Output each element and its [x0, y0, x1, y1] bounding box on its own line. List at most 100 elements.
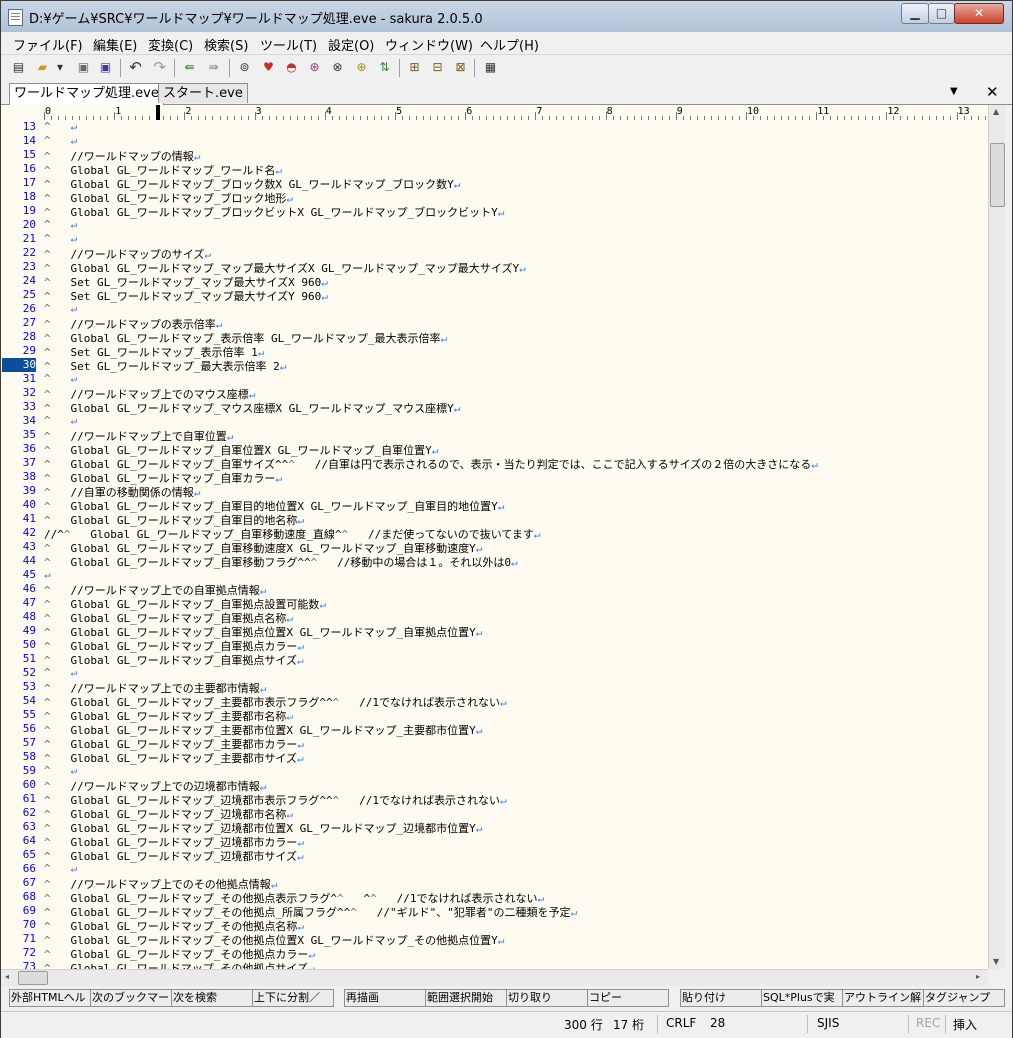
menu-settings[interactable]: 設定(O)	[328, 35, 374, 54]
code-line[interactable]: ^ ↵	[44, 218, 77, 231]
dropdown-arrow-icon[interactable]: ▾	[55, 59, 65, 76]
code-line[interactable]: ^ Global GL_ワールドマップ_自軍移動フラグ^^^ //移動中の場合は…	[44, 554, 518, 570]
tab-list-dropdown-icon[interactable]: ▼	[950, 86, 958, 97]
function-key-button[interactable]: 切り取り	[506, 989, 588, 1007]
app-icon[interactable]	[8, 9, 23, 26]
minimize-button[interactable]: ▁	[901, 3, 929, 24]
window-title: D:¥ゲーム¥SRC¥ワールドマップ¥ワールドマップ処理.eve - sakur…	[29, 12, 483, 27]
function-key-button[interactable]: 上下に分割／	[252, 989, 334, 1007]
menu-convert[interactable]: 変換(C)	[148, 35, 193, 54]
ruler-tick	[395, 112, 396, 120]
line-number-gutter: 13 14 15 16 17 18 19 20 21 22 23 24 25 26 27 28 29 30 31 32…	[1, 120, 41, 969]
line-number: 26	[22, 302, 36, 315]
status-separator	[908, 1015, 909, 1033]
line-number: 22	[22, 246, 36, 259]
horizontal-scroll-thumb[interactable]	[18, 971, 48, 985]
code-line[interactable]: ^ ↵	[44, 414, 77, 427]
scroll-up-icon[interactable]: ▲	[993, 107, 999, 116]
grep-icon[interactable]: ⊛	[306, 59, 323, 76]
function-key-button[interactable]: 範囲選択開始	[425, 989, 507, 1007]
jump-back-icon[interactable]: ⇚	[181, 59, 198, 76]
code-line[interactable]: ^ Global GL_ワールドマップ_その他拠点サイズ↵	[44, 960, 315, 969]
line-number: 43	[22, 540, 36, 553]
code-line[interactable]: ^ Global GL_ワールドマップ_ブロックビットX GL_ワールドマップ_…	[44, 204, 504, 220]
maximize-button[interactable]: □	[928, 3, 955, 24]
text-area[interactable]: 13 14 15 16 17 18 19 20 21 22 23 24 25 26 27 28 29 30 31 32…	[1, 120, 988, 969]
title-bar[interactable]: D:¥ゲーム¥SRC¥ワールドマップ¥ワールドマップ処理.eve - sakur…	[1, 1, 1012, 32]
function-key-bar: 外部HTMLヘル 次のブックマー 次を検索 上下に分割／ 再描画 範囲選択開始 切り取り コピ…	[1, 987, 1012, 1009]
line-number: 61	[22, 792, 36, 805]
jump-forward-icon[interactable]: ⇛	[205, 59, 222, 76]
function-key-button[interactable]: SQL*Plusで実	[761, 989, 843, 1007]
menu-help[interactable]: ヘルプ(H)	[480, 35, 539, 54]
bookmark-search-icon[interactable]: ⊕	[353, 59, 370, 76]
line-number: 60	[22, 778, 36, 791]
code-line[interactable]: ^ ↵	[44, 372, 77, 385]
vertical-scrollbar[interactable]: ▲ ▼	[988, 105, 1005, 969]
function-key-button[interactable]: タグジャンプ	[923, 989, 1005, 1007]
compare-icon[interactable]: ⇅	[376, 59, 393, 76]
search-prev-icon[interactable]: ♥	[260, 59, 277, 76]
horizontal-scrollbar[interactable]: ◂ ▸	[1, 969, 988, 986]
scroll-right-icon[interactable]: ▸	[976, 972, 980, 981]
code-line[interactable]: ^ ↵	[44, 666, 77, 679]
menu-tools[interactable]: ツール(T)	[260, 35, 317, 54]
line-number: 36	[22, 442, 36, 455]
scroll-down-icon[interactable]: ▼	[993, 957, 999, 966]
open-folder-icon[interactable]: ▰	[34, 59, 51, 76]
search-next-icon[interactable]: ◓	[283, 59, 300, 76]
settings-icon[interactable]: ▦	[482, 59, 499, 76]
status-column: 17 桁	[613, 1018, 645, 1032]
line-number: 64	[22, 834, 36, 847]
tool-c-icon[interactable]: ⊠	[452, 59, 469, 76]
line-number: 44	[22, 554, 36, 567]
code-line[interactable]: ^ ↵	[44, 764, 77, 777]
code-line[interactable]: ^ ↵	[44, 120, 77, 133]
line-number: 57	[22, 736, 36, 749]
code-line[interactable]: ^ Global GL_ワールドマップ_辺境都市サイズ↵	[44, 848, 304, 864]
save-all-icon[interactable]: ▣	[97, 59, 114, 76]
redo-icon[interactable]: ↷	[151, 59, 168, 76]
code-line[interactable]: ^ ↵	[44, 134, 77, 147]
code-line[interactable]: ^ Set GL_ワールドマップ_最大表示倍率 2↵	[44, 358, 286, 374]
code-line[interactable]: ^ Global GL_ワールドマップ_自軍拠点サイズ↵	[44, 652, 304, 668]
code-line[interactable]: ^ ↵	[44, 862, 77, 875]
replace-icon[interactable]: ⊗	[329, 59, 346, 76]
code-line[interactable]: ^ Set GL_ワールドマップ_マップ最大サイズY 960↵	[44, 288, 328, 304]
function-key-button[interactable]: 次を検索	[171, 989, 253, 1007]
code-line[interactable]: ^ Global GL_ワールドマップ_マウス座標X GL_ワールドマップ_マウ…	[44, 400, 460, 416]
line-number: 37	[22, 456, 36, 469]
function-key-button[interactable]: アウトライン解	[842, 989, 924, 1007]
tool-a-icon[interactable]: ⊞	[406, 59, 423, 76]
function-key-button[interactable]: 次のブックマー	[90, 989, 172, 1007]
line-number: 68	[22, 890, 36, 903]
tab-close-icon[interactable]: ✕	[986, 83, 999, 101]
function-key-button[interactable]: 再描画	[344, 989, 426, 1007]
close-button[interactable]: ✕	[954, 3, 1004, 24]
code-line[interactable]: ^ ↵	[44, 232, 77, 245]
tab-world-map[interactable]: ワールドマップ処理.eve	[9, 83, 164, 105]
tab-start[interactable]: スタート.eve	[158, 83, 248, 103]
menu-window[interactable]: ウィンドウ(W)	[385, 35, 473, 54]
line-number: 33	[22, 400, 36, 413]
status-separator	[945, 1015, 946, 1033]
vertical-scroll-thumb[interactable]	[990, 143, 1005, 207]
new-file-icon[interactable]: ▤	[10, 59, 27, 76]
code-line[interactable]: ^ Global GL_ワールドマップ_主要都市サイズ↵	[44, 750, 304, 766]
code-line[interactable]: ^ ↵	[44, 302, 77, 315]
menu-file[interactable]: ファイル(F)	[13, 35, 83, 54]
function-key-button[interactable]: 外部HTMLヘル	[9, 989, 91, 1007]
undo-icon[interactable]: ↶	[127, 59, 144, 76]
function-key-button[interactable]: 貼り付け	[680, 989, 762, 1007]
menu-search[interactable]: 検索(S)	[204, 35, 248, 54]
status-row: 300 行	[564, 1018, 603, 1032]
search-icon[interactable]: ⊚	[236, 59, 253, 76]
line-number: 58	[22, 750, 36, 763]
menu-edit[interactable]: 編集(E)	[93, 35, 137, 54]
line-number: 59	[22, 764, 36, 777]
scroll-left-icon[interactable]: ◂	[5, 972, 9, 981]
save-icon[interactable]: ▣	[75, 59, 92, 76]
tool-b-icon[interactable]: ⊟	[429, 59, 446, 76]
function-key-button[interactable]: コピー	[587, 989, 669, 1007]
code-line[interactable]: ↵	[44, 568, 51, 581]
